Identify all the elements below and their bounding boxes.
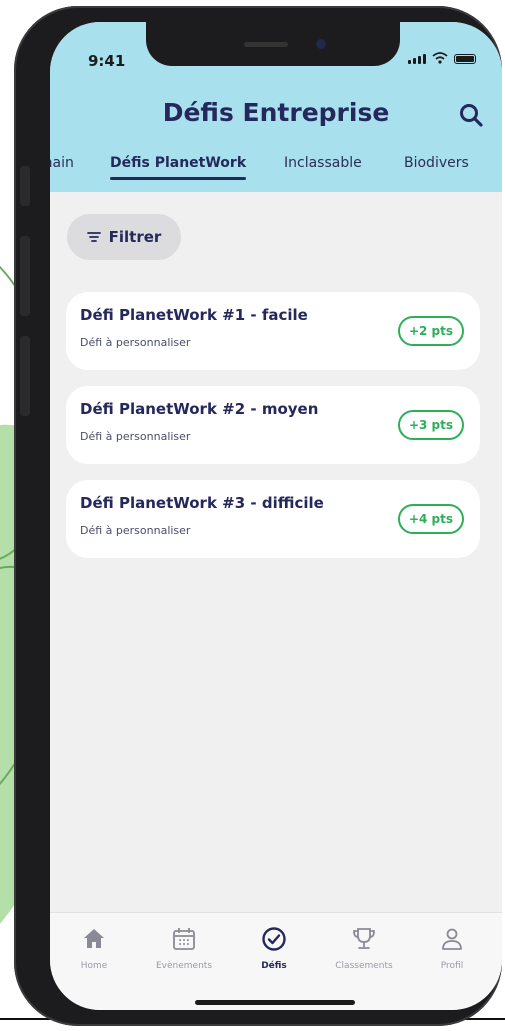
wifi-icon [432, 52, 448, 64]
phone-notch [146, 22, 400, 66]
battery-icon [454, 54, 476, 64]
challenge-title: Défi PlanetWork #2 - moyen [80, 400, 319, 418]
app-screen: 9:41 Défis Entreprise ain Défis PlanetWo… [50, 22, 502, 1010]
challenge-title: Défi PlanetWork #3 - difficile [80, 494, 324, 512]
nav-defis[interactable]: Défis [234, 925, 314, 971]
calendar-icon [173, 928, 195, 950]
tab-humain[interactable]: umain [50, 155, 74, 171]
status-time: 9:41 [88, 52, 126, 70]
nav-profil[interactable]: Profil [412, 925, 492, 971]
phone-side-button [20, 236, 30, 316]
nav-classements[interactable]: Classements [324, 925, 404, 971]
signal-icon [408, 54, 426, 64]
tab-inclassable[interactable]: Inclassable [284, 155, 362, 171]
home-icon [84, 929, 104, 948]
status-icons [408, 52, 476, 64]
page-title: Défis Entreprise [162, 98, 390, 127]
nav-home[interactable]: Home [54, 925, 134, 971]
tab-biodiversite[interactable]: Biodivers [404, 155, 469, 171]
phone-frame: 9:41 Défis Entreprise ain Défis PlanetWo… [14, 6, 502, 1026]
points-badge: +2 pts [398, 316, 464, 346]
filter-icon [86, 232, 101, 242]
phone-side-button [20, 336, 30, 416]
home-indicator[interactable] [195, 1000, 355, 1005]
challenge-subtitle: Défi à personnaliser [80, 524, 191, 537]
trophy-icon [353, 928, 375, 949]
challenge-card[interactable]: Défi PlanetWork #3 - difficile Défi à pe… [66, 480, 480, 558]
filter-label: Filtrer [108, 228, 162, 246]
challenge-card[interactable]: Défi PlanetWork #1 - facile Défi à perso… [66, 292, 480, 370]
nav-events[interactable]: Evènements [144, 925, 224, 971]
search-icon[interactable] [458, 102, 484, 128]
bottom-navigation: Home Evènements Défis Classements Profil [50, 912, 502, 1010]
points-badge: +4 pts [398, 504, 464, 534]
check-circle-icon [262, 927, 286, 951]
phone-side-button [20, 166, 30, 206]
challenge-card[interactable]: Défi PlanetWork #2 - moyen Défi à person… [66, 386, 480, 464]
tab-defis-planetwork[interactable]: Défis PlanetWork [110, 155, 247, 180]
app-header: 9:41 Défis Entreprise ain Défis PlanetWo… [50, 22, 502, 192]
challenge-subtitle: Défi à personnaliser [80, 336, 191, 349]
filter-button[interactable]: Filtrer [67, 214, 181, 260]
challenge-title: Défi PlanetWork #1 - facile [80, 306, 308, 324]
points-badge: +3 pts [398, 410, 464, 440]
challenge-subtitle: Défi à personnaliser [80, 430, 191, 443]
profile-icon [442, 928, 462, 950]
